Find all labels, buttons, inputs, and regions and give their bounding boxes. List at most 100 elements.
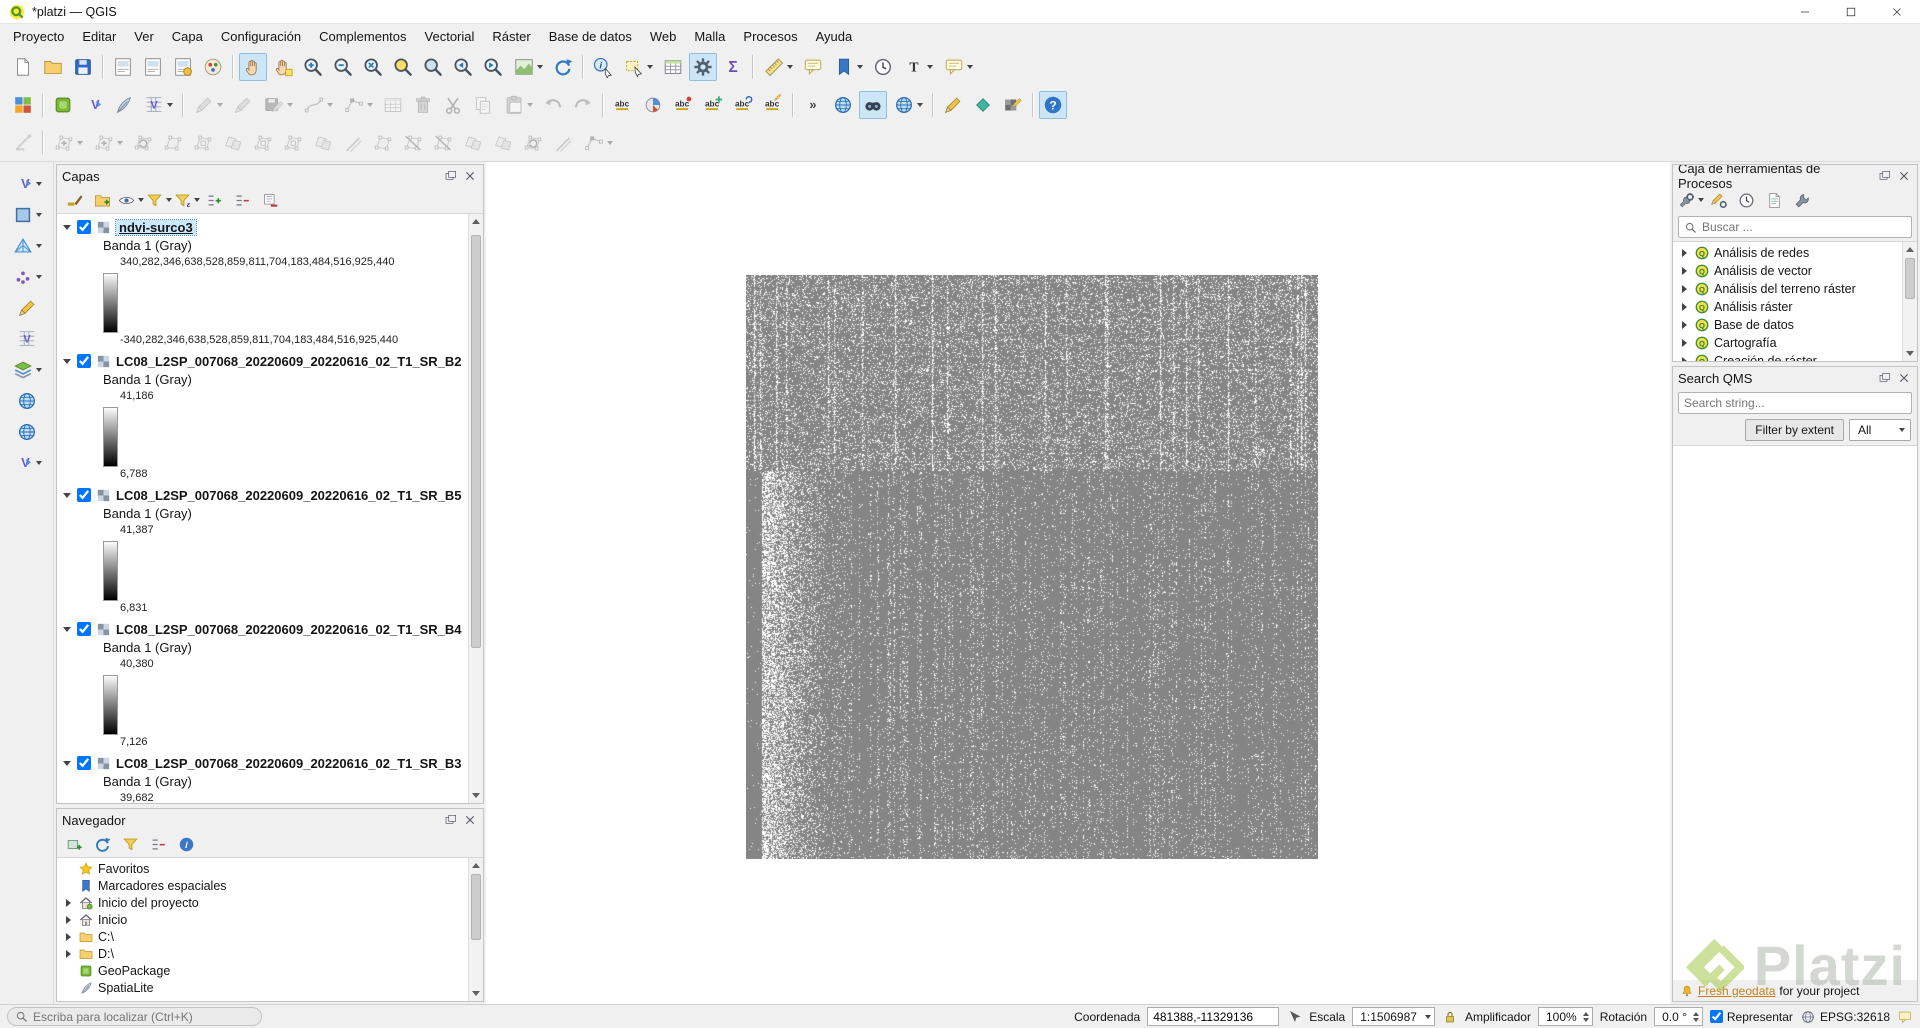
browser-item-c[interactable]: C:\ [57,928,483,945]
qms-panel-float-button[interactable] [1877,370,1893,386]
processing-group-analisis-del-terreno-raster[interactable]: Q Análisis del terreno ráster [1673,280,1917,298]
vector-tools-button[interactable]: V [8,449,46,477]
split-features-button[interactable] [399,129,427,157]
layer-diagram-button[interactable] [639,91,667,119]
layer-visibility-checkbox[interactable] [77,622,91,636]
redo-button[interactable] [569,91,597,119]
layer-name[interactable]: LC08_L2SP_007068_20220609_20220616_02_T1… [116,354,462,369]
scroll-track[interactable] [469,229,483,788]
layer-name[interactable]: ndvi-surco3 [115,218,197,236]
add-selected-layers-button[interactable] [62,832,86,856]
digitize-sketch-button[interactable] [939,91,967,119]
expander-icon[interactable] [63,949,74,958]
expander-icon[interactable] [61,224,73,230]
copy-move-feature-button[interactable] [89,129,127,157]
layer-row[interactable]: LC08_L2SP_007068_20220609_20220616_02_T1… [57,484,483,506]
shape-digitizing-button[interactable]: V [8,170,46,198]
layer-visibility-checkbox[interactable] [77,756,91,770]
geometry-checker-button[interactable] [969,91,997,119]
maximize-button[interactable] [1828,0,1874,23]
map-tips-button[interactable] [799,53,827,81]
processing-models-button[interactable] [1678,188,1704,212]
processing-group-cartografia[interactable]: Q Cartografía [1673,334,1917,352]
serval-raster-tools-button[interactable] [999,91,1027,119]
change-label-button[interactable]: abc [759,91,787,119]
new-project-button[interactable] [9,53,37,81]
zoom-next-button[interactable] [479,53,507,81]
rotate-feature-button[interactable] [129,129,157,157]
menu-procesos[interactable]: Procesos [734,26,806,47]
processing-group-base-de-datos[interactable]: Q Base de datos [1673,316,1917,334]
open-layer-styling-button[interactable] [62,188,86,212]
move-label-button[interactable]: abc [699,91,727,119]
processing-panel-float-button[interactable] [1877,168,1893,184]
scroll-up-icon[interactable] [469,214,483,229]
add-group-button[interactable] [90,188,114,212]
new-shapefile-layer-button[interactable]: V [79,91,107,119]
new-virtual-layer-button[interactable]: V [139,91,177,119]
merge-attributes-button[interactable] [489,129,517,157]
browser-item-geopackage[interactable]: GeoPackage [57,962,483,979]
collapse-browser-button[interactable] [146,832,170,856]
select-features-button[interactable] [619,53,657,81]
expander-icon[interactable] [1679,303,1690,311]
new-spatial-bookmark-button[interactable] [829,53,867,81]
browser-item-d[interactable]: D:\ [57,945,483,962]
zoom-in-button[interactable] [299,53,327,81]
layer-visibility-checkbox[interactable] [77,220,91,234]
delete-selected-button[interactable] [409,91,437,119]
highlight-pinned-labels-button[interactable]: abc [669,91,697,119]
offset-point-symbol-button[interactable] [549,129,577,157]
layer-row[interactable]: LC08_L2SP_007068_20220609_20220616_02_T1… [57,350,483,372]
layer-stack-tool-button[interactable] [8,356,46,384]
virtual-layer-tool-button[interactable]: V [13,325,41,353]
expander-icon[interactable] [61,626,73,632]
layer-row[interactable]: LC08_L2SP_007068_20220609_20220616_02_T1… [57,618,483,640]
lock-scale-icon[interactable] [1442,1009,1458,1025]
measure-button[interactable] [759,53,797,81]
expander-icon[interactable] [63,915,74,924]
expander-icon[interactable] [1679,267,1690,275]
offset-curve-button[interactable] [339,129,367,157]
add-rectangle-button[interactable] [8,201,46,229]
expander-icon[interactable] [63,932,74,941]
fill-ring-button[interactable] [249,129,277,157]
menu-raster[interactable]: Ráster [483,26,539,47]
edit-features-in-place-button[interactable] [1706,188,1730,212]
coordinate-input[interactable] [1147,1007,1280,1026]
scroll-track[interactable] [469,873,483,986]
expander-icon[interactable] [1679,249,1690,257]
map-canvas[interactable] [486,162,1670,1004]
help-contents-button[interactable]: ? [1039,91,1067,119]
new-print-layout-button[interactable] [109,53,137,81]
scale-combo[interactable]: 1:1506987 [1352,1007,1435,1026]
reshape-features-button[interactable] [369,129,397,157]
refresh-map-button[interactable] [549,53,577,81]
identify-features-button[interactable]: i [589,53,617,81]
magnifier-spinner[interactable]: 100% [1537,1007,1593,1026]
service-type-combo[interactable]: All [1849,419,1911,441]
zoom-to-selection-button[interactable] [389,53,417,81]
open-project-button[interactable] [39,53,67,81]
processing-search-box[interactable] [1678,216,1912,238]
layers-panel-float-button[interactable] [443,168,459,184]
spinner-arrows-icon[interactable] [1692,1011,1699,1022]
menu-configuracion[interactable]: Configuración [212,26,310,47]
menu-editar[interactable]: Editar [73,26,125,47]
refresh-browser-button[interactable] [90,832,114,856]
zoom-to-layer-button[interactable] [419,53,447,81]
browser-item-spatialite[interactable]: SpatiaLite [57,979,483,996]
form-annotation-button[interactable] [939,53,977,81]
paste-features-button[interactable] [499,91,537,119]
osm-place-search-button[interactable] [829,91,857,119]
new-report-button[interactable] [139,53,167,81]
processing-group-analisis-de-redes[interactable]: Q Análisis de redes [1673,244,1917,262]
new-spatialite-layer-button[interactable] [109,91,137,119]
remove-layer-button[interactable] [258,188,282,212]
browser-item-inicio-del-proyecto[interactable]: Inicio del proyecto [57,894,483,911]
zoom-out-button[interactable] [329,53,357,81]
render-checkbox[interactable] [1709,1010,1723,1023]
manage-map-themes-button[interactable] [118,188,144,212]
filter-browser-button[interactable] [118,832,142,856]
menu-vectorial[interactable]: Vectorial [416,26,484,47]
